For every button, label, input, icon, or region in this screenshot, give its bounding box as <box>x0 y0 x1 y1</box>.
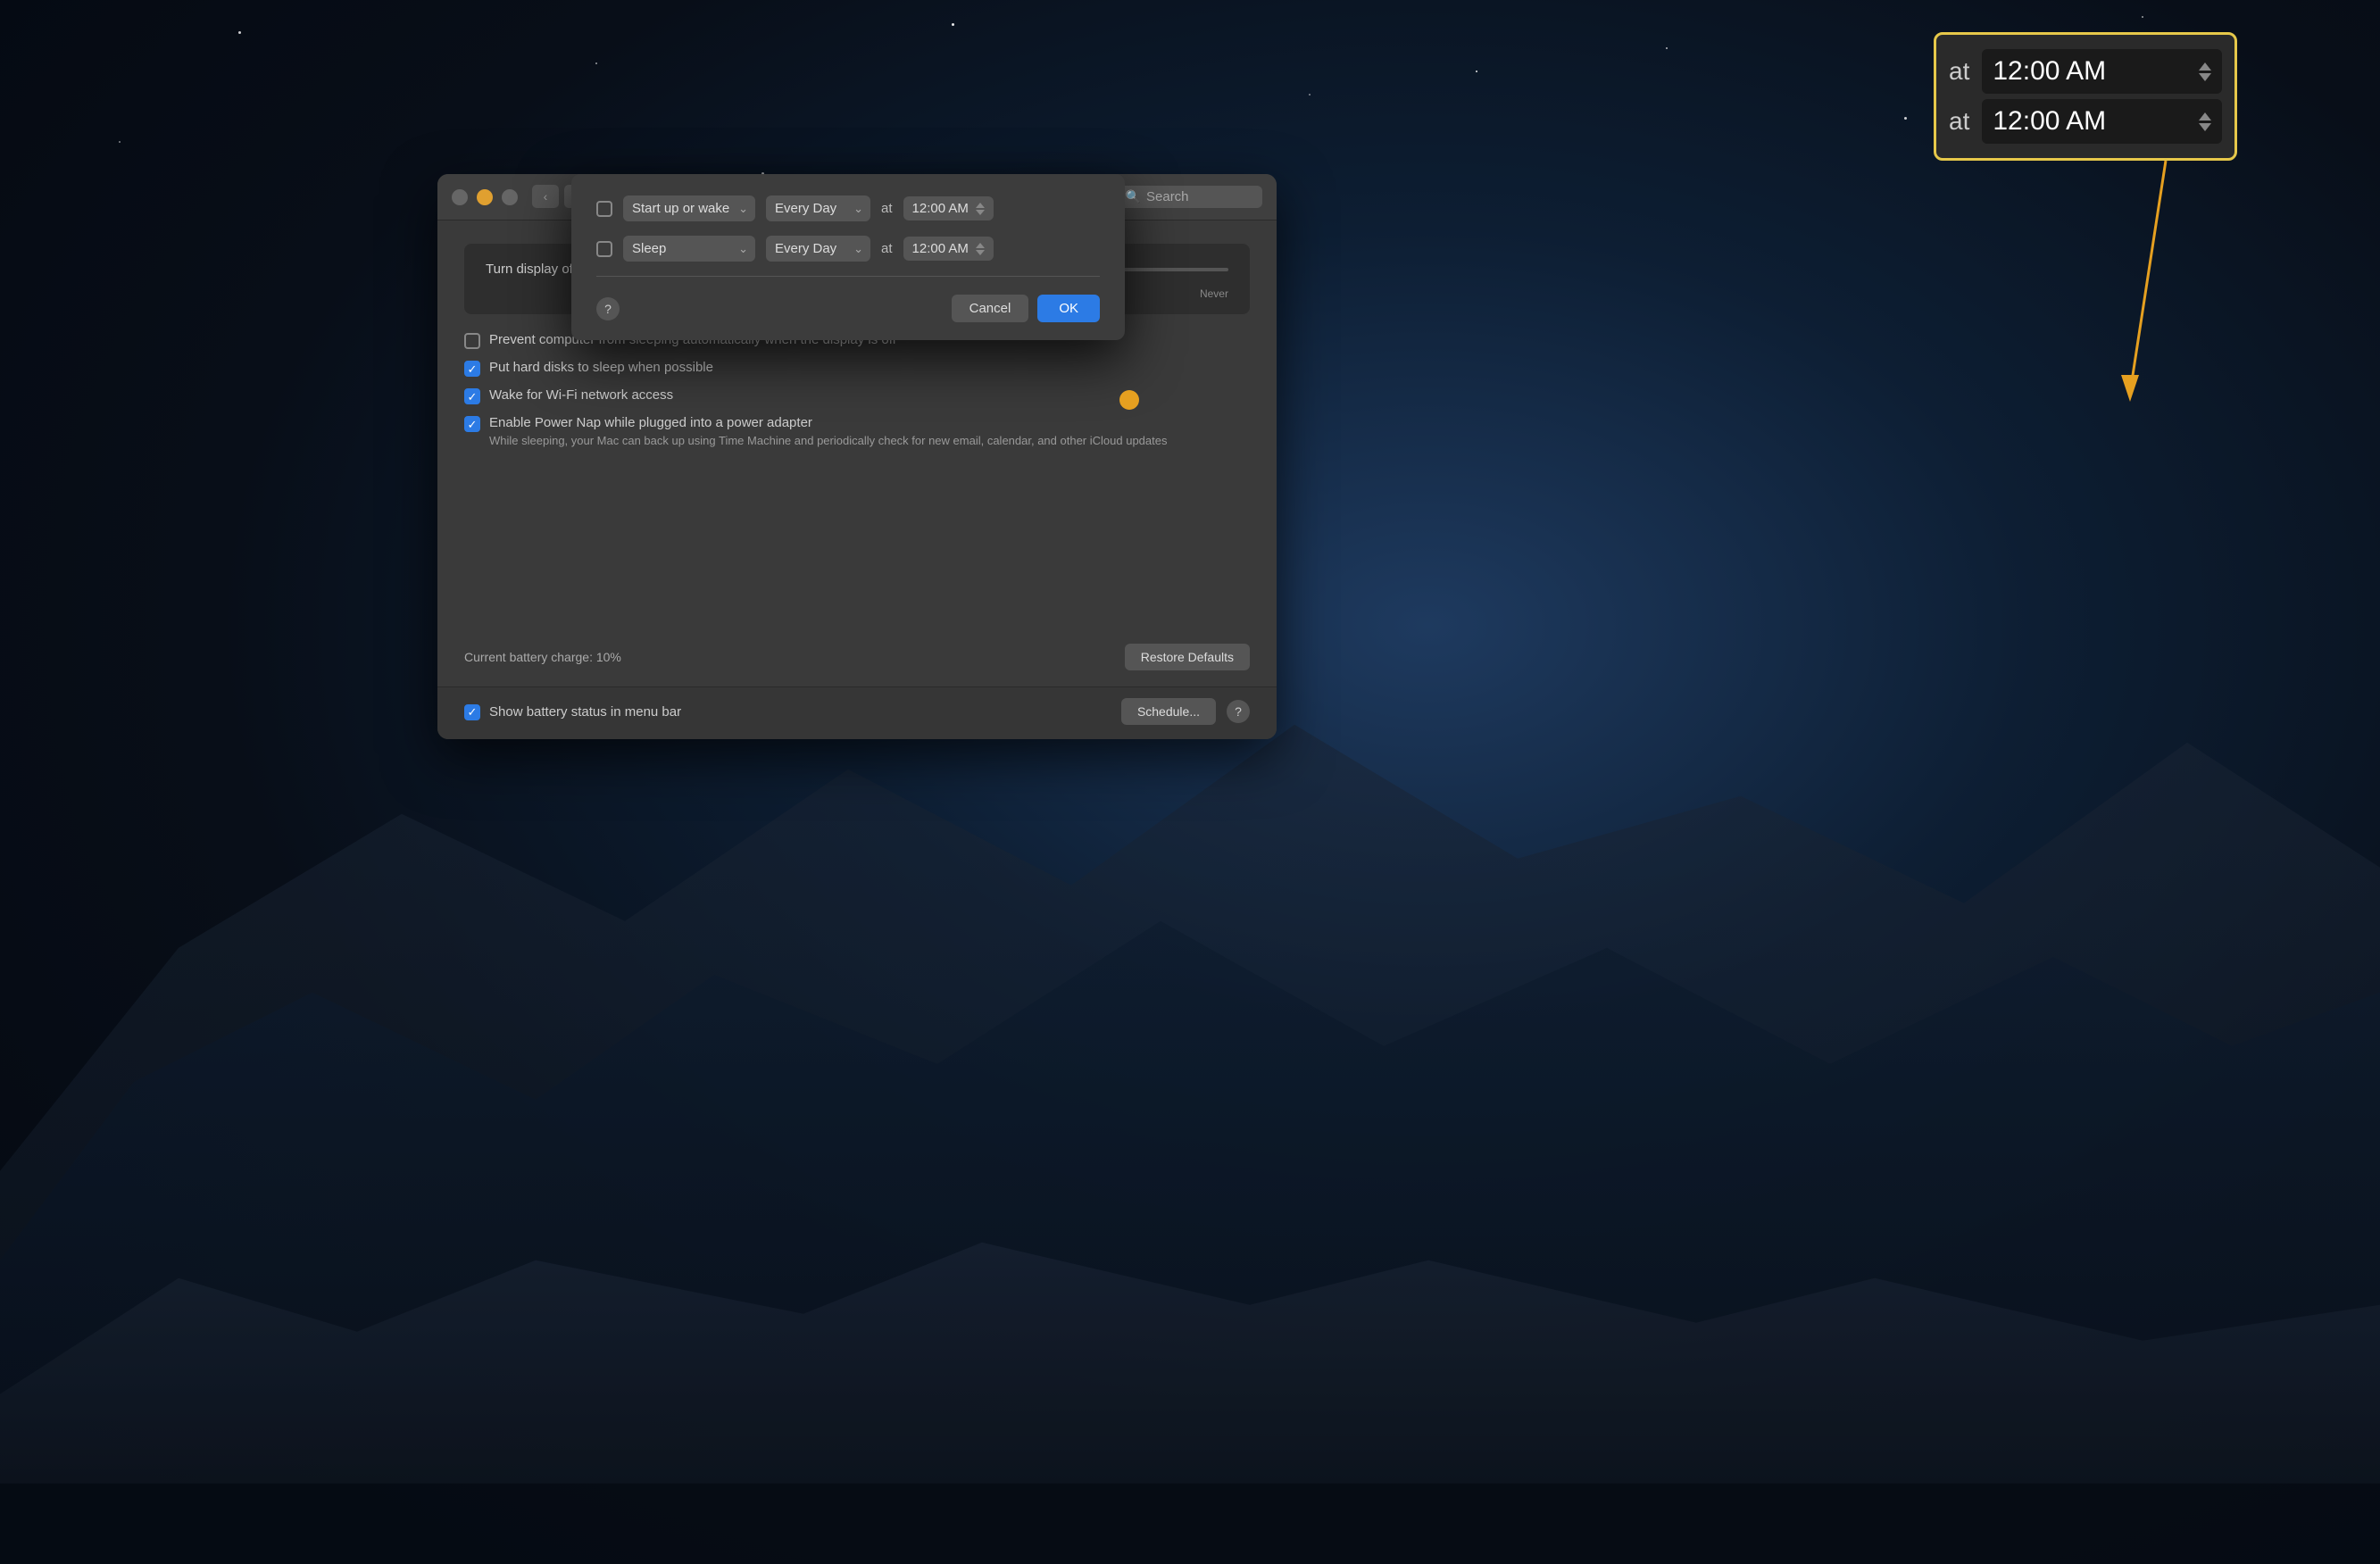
show-battery-label: Show battery status in menu bar <box>489 704 681 720</box>
power-nap-row: ✓ Enable Power Nap while plugged into a … <box>464 415 1250 449</box>
startup-time-value: 12:00 AM <box>912 201 969 216</box>
startup-time-down[interactable] <box>976 210 985 215</box>
callout-at-1: at <box>1949 57 1969 86</box>
dialog-help-button[interactable]: ? <box>596 297 620 320</box>
wake-wifi-label: Wake for Wi-Fi network access <box>489 387 673 403</box>
check-icon-4: ✓ <box>468 706 478 718</box>
callout-row-2: at 12:00 AM <box>1949 99 2222 144</box>
ok-button[interactable]: OK <box>1037 295 1100 322</box>
startup-wake-checkbox[interactable] <box>596 201 612 217</box>
battery-charge-text: Current battery charge: 10% <box>464 650 621 664</box>
dialog-buttons: ? Cancel OK <box>596 295 1100 322</box>
sleep-time-spinner[interactable] <box>976 243 985 255</box>
time-spinner-2[interactable] <box>2199 112 2211 131</box>
annotation-dot <box>1119 390 1139 410</box>
callout-at-2: at <box>1949 107 1969 136</box>
power-nap-label: Enable Power Nap while plugged into a po… <box>489 415 1167 430</box>
put-hard-disk-label: Put hard disks to sleep when possible <box>489 360 713 375</box>
minimize-button[interactable] <box>477 189 493 205</box>
callout-time-1[interactable]: 12:00 AM <box>1982 49 2222 94</box>
callout-row-1: at 12:00 AM <box>1949 49 2222 94</box>
sleep-at-label: at <box>881 241 893 256</box>
put-hard-disk-row: ✓ Put hard disks to sleep when possible <box>464 360 1250 377</box>
schedule-button[interactable]: Schedule... <box>1121 698 1216 725</box>
sleep-action-dropdown-wrap: Sleep Start up or wake Restart Shut Down <box>623 236 755 262</box>
prevent-sleep-checkbox[interactable] <box>464 333 480 349</box>
startup-at-label: at <box>881 201 893 216</box>
callout-box: at 12:00 AM at 12:00 AM <box>1934 32 2237 161</box>
check-icon: ✓ <box>468 363 478 375</box>
search-input[interactable] <box>1146 189 1253 204</box>
show-battery-checkbox[interactable]: ✓ <box>464 704 480 720</box>
sleep-checkbox[interactable] <box>596 241 612 257</box>
traffic-lights <box>452 189 518 205</box>
startup-action-dropdown[interactable]: Start up or wake Sleep Restart Shut Down <box>623 196 755 221</box>
help-button[interactable]: ? <box>1227 700 1250 723</box>
startup-time-spinner[interactable] <box>976 203 985 215</box>
window-footer: ✓ Show battery status in menu bar Schedu… <box>437 686 1277 739</box>
back-button[interactable]: ‹ <box>532 185 559 208</box>
search-icon: 🔍 <box>1126 189 1141 204</box>
sleep-time-up[interactable] <box>976 243 985 248</box>
power-nap-text-group: Enable Power Nap while plugged into a po… <box>489 415 1167 449</box>
sleep-time-value: 12:00 AM <box>912 241 969 256</box>
startup-action-dropdown-wrap: Start up or wake Sleep Restart Shut Down <box>623 196 755 221</box>
sleep-time-field[interactable]: 12:00 AM <box>903 237 994 261</box>
dialog-row-2: Sleep Start up or wake Restart Shut Down… <box>596 236 1100 262</box>
sleep-time-down[interactable] <box>976 250 985 255</box>
restore-defaults-button[interactable]: Restore Defaults <box>1125 644 1250 670</box>
power-nap-checkbox[interactable]: ✓ <box>464 416 480 432</box>
startup-time-field[interactable]: 12:00 AM <box>903 196 994 220</box>
close-button[interactable] <box>452 189 468 205</box>
search-box[interactable]: 🔍 <box>1117 186 1262 208</box>
wake-wifi-checkbox[interactable]: ✓ <box>464 388 480 404</box>
startup-time-up[interactable] <box>976 203 985 208</box>
startup-day-dropdown-wrap: Every Day Weekdays Weekends Monday Tuesd… <box>766 196 870 221</box>
check-icon-3: ✓ <box>468 419 478 430</box>
time-spinner-1[interactable] <box>2199 62 2211 81</box>
show-battery-row: ✓ Show battery status in menu bar <box>464 703 681 720</box>
schedule-dialog: Start up or wake Sleep Restart Shut Down… <box>571 174 1125 340</box>
bottom-bar: Current battery charge: 10% Restore Defa… <box>437 631 1277 686</box>
put-hard-disk-checkbox[interactable]: ✓ <box>464 361 480 377</box>
footer-right: Schedule... ? <box>1121 698 1250 725</box>
maximize-button[interactable] <box>502 189 518 205</box>
sleep-day-dropdown-wrap: Every Day Weekdays Weekends Monday Tuesd… <box>766 236 870 262</box>
callout-time-2[interactable]: 12:00 AM <box>1982 99 2222 144</box>
dialog-row-1: Start up or wake Sleep Restart Shut Down… <box>596 196 1100 221</box>
sleep-day-dropdown[interactable]: Every Day Weekdays Weekends Monday Tuesd… <box>766 236 870 262</box>
dialog-divider <box>596 276 1100 277</box>
power-nap-subtext: While sleeping, your Mac can back up usi… <box>489 433 1167 449</box>
cancel-button[interactable]: Cancel <box>952 295 1029 322</box>
check-icon-2: ✓ <box>468 391 478 403</box>
sleep-action-dropdown[interactable]: Sleep Start up or wake Restart Shut Down <box>623 236 755 262</box>
startup-day-dropdown[interactable]: Every Day Weekdays Weekends Monday Tuesd… <box>766 196 870 221</box>
